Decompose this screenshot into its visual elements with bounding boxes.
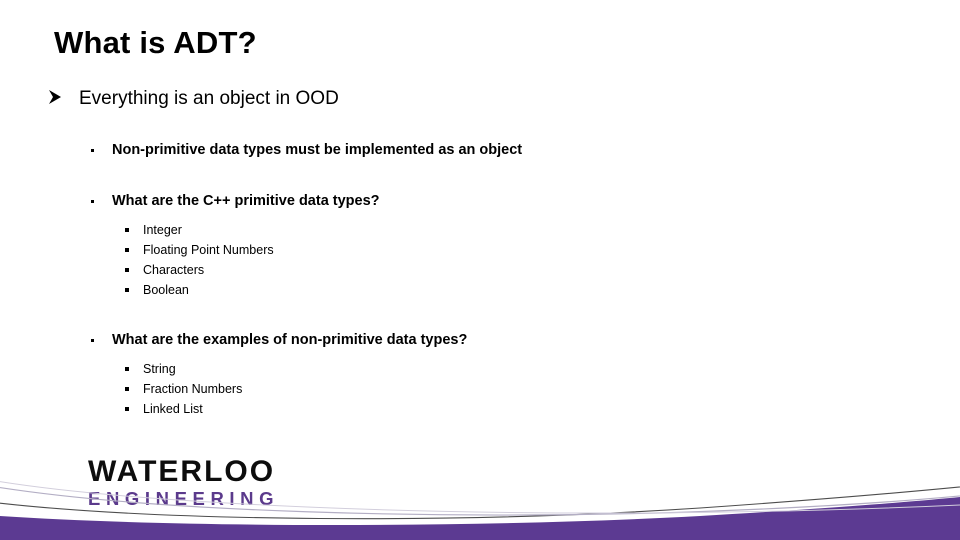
square-bullet-icon bbox=[125, 268, 129, 272]
outline-item-level3: Fraction Numbers bbox=[0, 379, 960, 399]
outline-item-level3: Integer bbox=[0, 220, 960, 240]
outline-item-text: What are the examples of non-primitive d… bbox=[112, 332, 468, 348]
outline-item-text: Floating Point Numbers bbox=[143, 243, 274, 257]
dot-bullet-icon bbox=[91, 149, 94, 152]
presentation-slide: What is ADT? Everything is an object in … bbox=[0, 0, 960, 540]
outline-item-level1: Everything is an object in OOD bbox=[0, 86, 960, 112]
outline-item-level3: Linked List bbox=[0, 399, 960, 419]
outline-item-level3: String bbox=[0, 359, 960, 379]
square-bullet-icon bbox=[125, 407, 129, 411]
page-title: What is ADT? bbox=[54, 25, 257, 60]
outline-item-text: What are the C++ primitive data types? bbox=[112, 193, 380, 209]
square-bullet-icon bbox=[125, 387, 129, 391]
square-bullet-icon bbox=[125, 367, 129, 371]
outline-item-level3: Boolean bbox=[0, 280, 960, 300]
outline-item-level3: Floating Point Numbers bbox=[0, 240, 960, 260]
outline-item-text: Linked List bbox=[143, 402, 203, 416]
logo-waterloo-text: WATERLOO bbox=[88, 455, 276, 488]
outline-item-text: Characters bbox=[143, 263, 205, 277]
outline-item-text: Everything is an object in OOD bbox=[79, 88, 339, 109]
outline-item-text: Boolean bbox=[143, 283, 189, 297]
outline-item-level2: What are the C++ primitive data types? bbox=[0, 191, 960, 212]
square-bullet-icon bbox=[125, 248, 129, 252]
slide-body: Everything is an object in OOD Non-primi… bbox=[0, 86, 960, 419]
square-bullet-icon bbox=[125, 288, 129, 292]
outline-item-text: Non-primitive data types must be impleme… bbox=[112, 142, 523, 158]
dot-bullet-icon bbox=[91, 339, 94, 342]
outline-item-text: Fraction Numbers bbox=[143, 382, 243, 396]
dot-bullet-icon bbox=[91, 200, 94, 203]
outline-item-text: String bbox=[143, 362, 176, 376]
outline-item-level2: What are the examples of non-primitive d… bbox=[0, 330, 960, 351]
outline-item-text: Integer bbox=[143, 223, 182, 237]
arrow-bullet-icon bbox=[47, 87, 63, 107]
outline-item-level3: Characters bbox=[0, 260, 960, 280]
square-bullet-icon bbox=[125, 228, 129, 232]
outline-item-level2: Non-primitive data types must be impleme… bbox=[0, 140, 960, 161]
logo-engineering-text: ENGINEERING bbox=[88, 488, 280, 509]
waterloo-engineering-logo: WATERLOO ENGINEERING bbox=[88, 456, 279, 509]
